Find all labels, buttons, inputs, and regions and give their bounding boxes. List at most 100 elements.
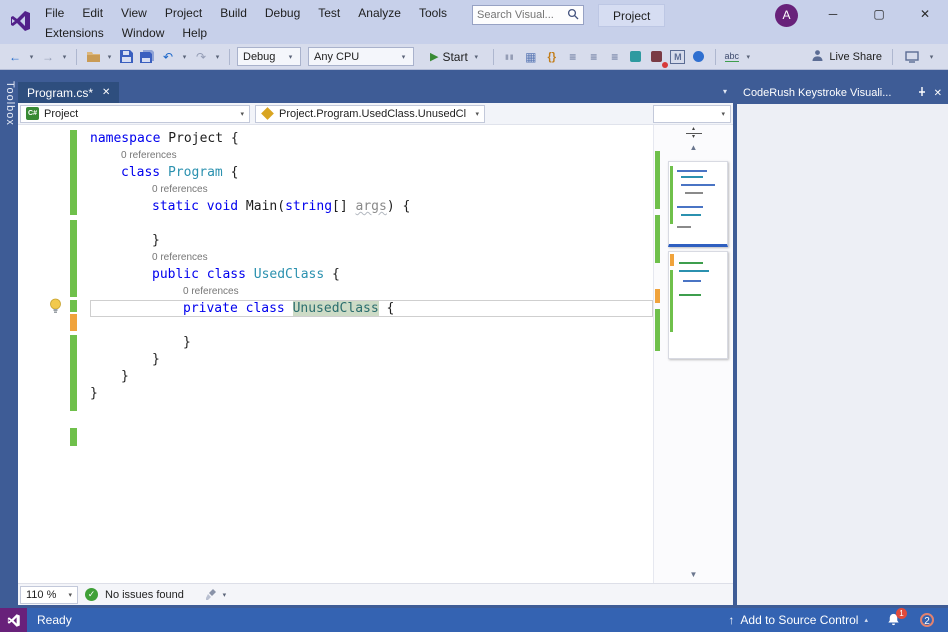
- indent-list-icon[interactable]: ≡: [585, 48, 603, 66]
- flag-icon[interactable]: [627, 48, 645, 66]
- tool-window-header[interactable]: CodeRush Keystroke Visuali... ✕: [737, 82, 948, 104]
- navigate-forward-dropdown-icon[interactable]: ▾: [60, 53, 69, 61]
- document-health-status[interactable]: No issues found: [105, 589, 184, 601]
- codelens-references[interactable]: 0 references: [90, 249, 653, 266]
- solution-configuration-combo[interactable]: Debug ▾: [237, 47, 301, 66]
- account-avatar[interactable]: A: [775, 4, 798, 27]
- code-editor[interactable]: namespace Project {0 referencesclass Pro…: [18, 125, 733, 583]
- tool-window-close-icon[interactable]: ✕: [934, 88, 942, 99]
- code-line[interactable]: [90, 215, 653, 232]
- scrollbar-column[interactable]: ▴ ▾ ▲ ▼: [653, 125, 733, 583]
- code-line[interactable]: }: [90, 385, 653, 402]
- code-minimap[interactable]: [668, 161, 728, 361]
- code-token: ) {: [387, 199, 410, 214]
- code-token: []: [332, 199, 355, 214]
- code-line[interactable]: class Program {: [90, 164, 653, 181]
- start-debugging-button[interactable]: ▶ Start ▾: [425, 47, 486, 66]
- menu-item[interactable]: Analyze: [349, 4, 410, 22]
- solution-name-badge[interactable]: Project: [598, 4, 665, 27]
- spell-check-dropdown-icon[interactable]: ▾: [744, 53, 753, 61]
- braces-icon[interactable]: {}: [543, 48, 561, 66]
- scroll-down-icon[interactable]: ▼: [654, 570, 733, 579]
- open-folder-icon[interactable]: [84, 48, 102, 66]
- maximize-button[interactable]: ▢: [856, 0, 902, 28]
- line-list-icon[interactable]: ≡: [564, 48, 582, 66]
- solution-platform-combo[interactable]: Any CPU ▾: [308, 47, 414, 66]
- spell-check-icon[interactable]: abc: [723, 48, 741, 66]
- scroll-up-icon[interactable]: ▲: [654, 143, 733, 152]
- menu-item[interactable]: File: [36, 4, 73, 22]
- undo-icon[interactable]: ↶: [159, 48, 177, 66]
- open-dropdown-icon[interactable]: ▾: [105, 53, 114, 61]
- code-line[interactable]: namespace Project {: [90, 130, 653, 147]
- quick-actions-lightbulb-icon[interactable]: [48, 298, 63, 317]
- change-mark: [70, 130, 77, 215]
- pin-icon[interactable]: [917, 86, 927, 100]
- menu-item[interactable]: Extensions: [36, 24, 113, 42]
- member-dropdown[interactable]: ▾: [653, 105, 731, 123]
- live-share-button[interactable]: Live Share: [811, 49, 882, 65]
- navigate-forward-icon[interactable]: →: [39, 48, 57, 66]
- document-list-dropdown-icon[interactable]: ▾: [723, 87, 727, 96]
- add-to-source-control-button[interactable]: ↑ Add to Source Control ▴: [728, 613, 868, 627]
- split-window-handle[interactable]: ▴ ▾: [686, 127, 702, 140]
- start-dropdown-icon[interactable]: ▾: [472, 53, 481, 61]
- zoom-level-dropdown[interactable]: 110 % ▾: [20, 586, 78, 604]
- codelens-references[interactable]: 0 references: [90, 147, 653, 164]
- menu-item[interactable]: Window: [113, 24, 174, 42]
- editor-group: Program.cs* ✕ ▾ C# Project ▾ Project.Pro…: [18, 82, 733, 605]
- code-line[interactable]: }: [90, 351, 653, 368]
- feedback-dropdown-icon[interactable]: ▾: [927, 53, 936, 61]
- navigate-back-dropdown-icon[interactable]: ▾: [27, 53, 36, 61]
- menu-item[interactable]: Project: [156, 4, 211, 22]
- menu-item[interactable]: Build: [211, 4, 256, 22]
- status-logo-icon[interactable]: [0, 608, 27, 632]
- minimap-code-line: [670, 166, 673, 224]
- menu-item[interactable]: Test: [309, 4, 349, 22]
- codelens-references[interactable]: 0 references: [90, 283, 653, 300]
- notifications-bell-icon[interactable]: 1: [886, 612, 902, 628]
- navigate-back-icon[interactable]: ←: [6, 48, 24, 66]
- code-line[interactable]: static void Main(string[] args) {: [90, 198, 653, 215]
- location-pin-icon[interactable]: [690, 48, 708, 66]
- menu-item[interactable]: Help: [173, 24, 216, 42]
- code-cleanup-button[interactable]: ▾: [205, 588, 229, 601]
- code-token: }: [90, 386, 98, 401]
- preview-window-icon[interactable]: ▦: [522, 48, 540, 66]
- close-button[interactable]: ✕: [902, 0, 948, 28]
- menu-item[interactable]: View: [112, 4, 156, 22]
- alert-count-badge[interactable]: 2: [920, 613, 934, 627]
- save-icon[interactable]: [117, 48, 135, 66]
- menu-item[interactable]: Tools: [410, 4, 456, 22]
- code-line[interactable]: }: [90, 368, 653, 385]
- menu-item[interactable]: Edit: [73, 4, 112, 22]
- class-icon: [261, 107, 274, 120]
- visual-studio-window: FileEditViewProjectBuildDebugTestAnalyze…: [0, 0, 948, 632]
- feedback-icon[interactable]: [903, 48, 921, 66]
- start-label: Start: [442, 50, 467, 64]
- minimize-button[interactable]: ─: [810, 0, 856, 28]
- codelens-references[interactable]: 0 references: [90, 181, 653, 198]
- code-line[interactable]: }: [90, 334, 653, 351]
- menu-item[interactable]: Debug: [256, 4, 309, 22]
- project-dropdown[interactable]: C# Project ▾: [20, 105, 250, 123]
- code-line[interactable]: }: [90, 232, 653, 249]
- comment-list-icon[interactable]: ≡: [606, 48, 624, 66]
- code-line[interactable]: private class UnusedClass {: [90, 300, 653, 317]
- type-member-dropdown[interactable]: Project.Program.UsedClass.UnusedCl ▾: [255, 105, 485, 123]
- map-change-mark: [655, 289, 660, 303]
- code-line[interactable]: [90, 317, 653, 334]
- document-tab[interactable]: Program.cs* ✕: [18, 82, 119, 103]
- code-token: {: [324, 267, 340, 282]
- markdown-icon[interactable]: M: [669, 48, 687, 66]
- breakpoint-window-icon[interactable]: [648, 48, 666, 66]
- quick-search-box[interactable]: [472, 5, 584, 25]
- code-token: static void: [152, 199, 246, 214]
- save-all-icon[interactable]: [138, 48, 156, 66]
- tab-close-icon[interactable]: ✕: [102, 87, 110, 98]
- undo-dropdown-icon[interactable]: ▾: [180, 53, 189, 61]
- toolbox-tab[interactable]: Toolbox: [0, 75, 18, 132]
- code-line[interactable]: public class UsedClass {: [90, 266, 653, 283]
- title-bar: FileEditViewProjectBuildDebugTestAnalyze…: [0, 0, 948, 44]
- search-input[interactable]: [477, 9, 567, 21]
